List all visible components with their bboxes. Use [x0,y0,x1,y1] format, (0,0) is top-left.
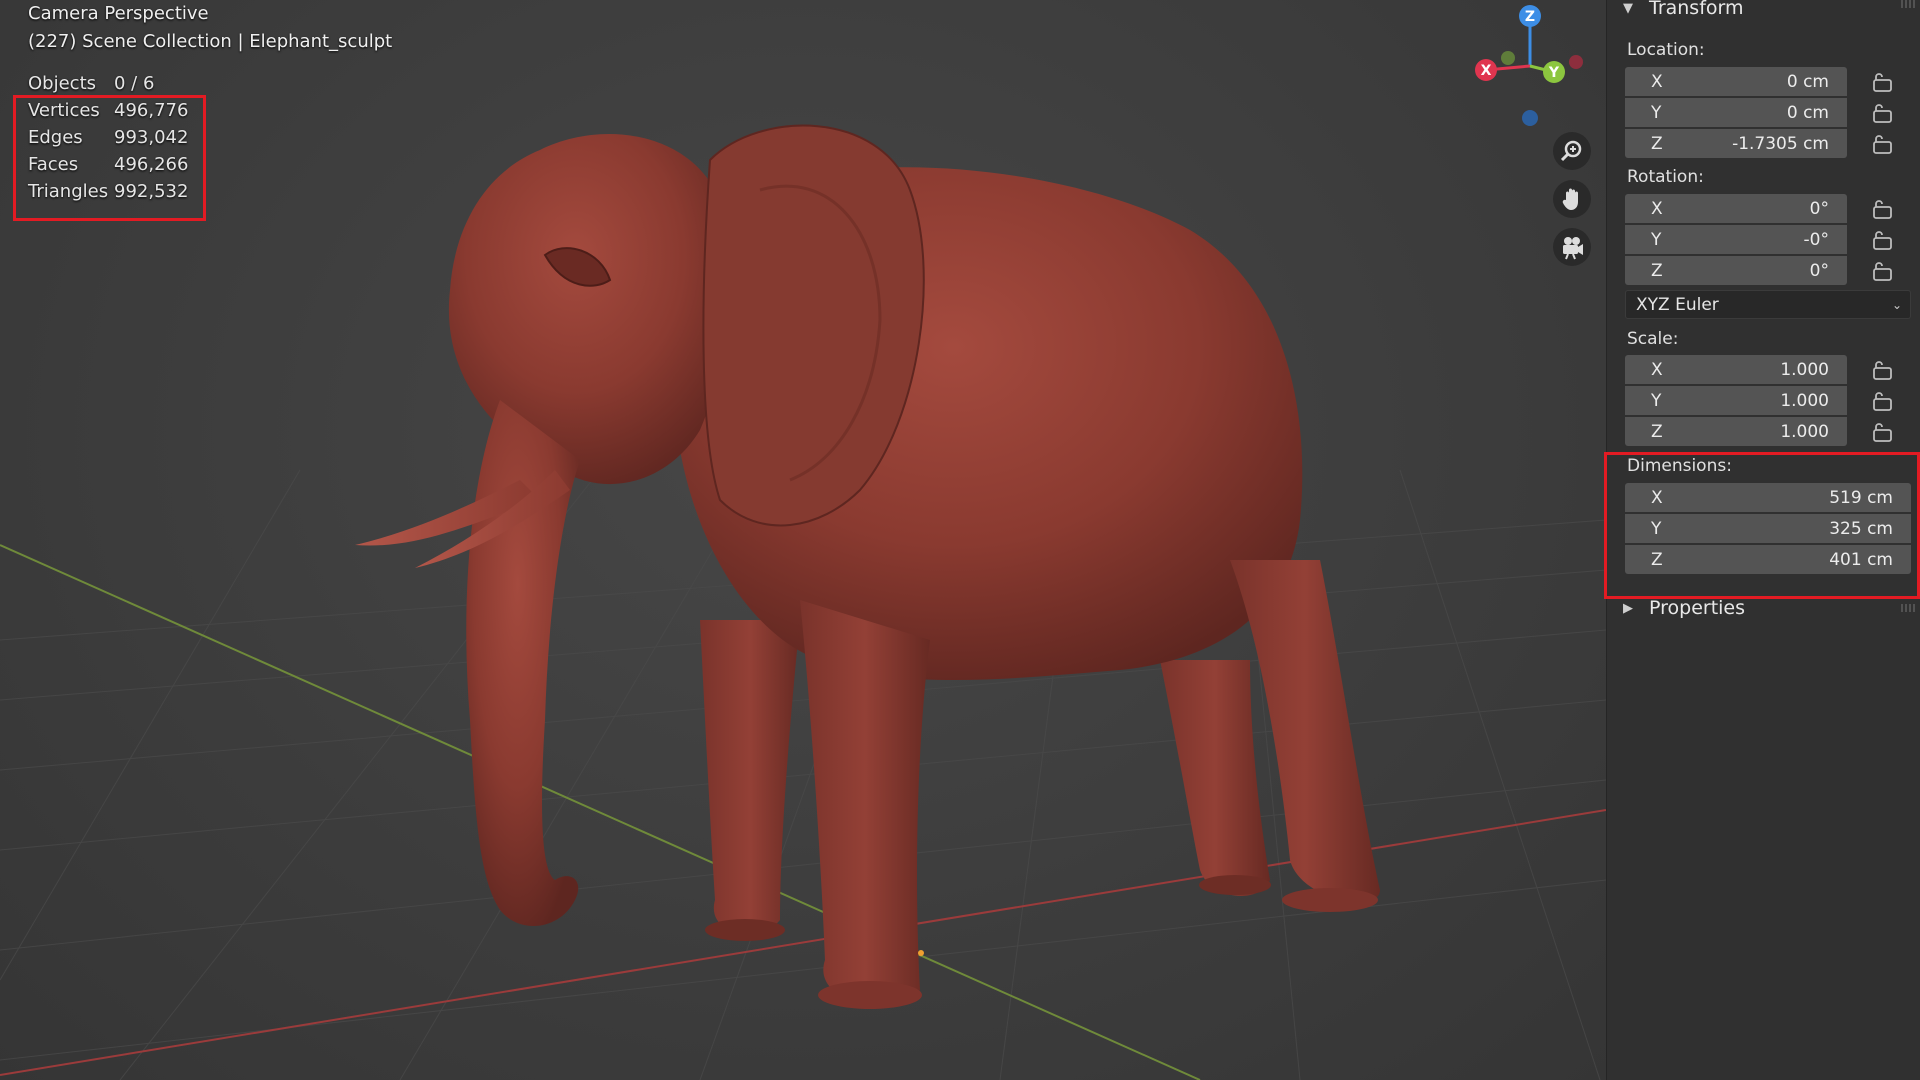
stat-row-triangles: Triangles 992,532 [28,181,188,208]
stat-label: Faces [28,154,79,175]
field-value: 401 cm [1829,549,1893,570]
field-value: -1.7305 cm [1732,133,1829,154]
axis-label: Y [1651,518,1662,539]
gizmo-z-label: Z [1525,9,1535,25]
stat-row-objects: Objects 0 / 6 [28,73,188,100]
axis-label: Y [1651,229,1662,250]
gizmo-neg-z[interactable] [1522,110,1538,126]
lock-icon[interactable] [1871,229,1895,251]
transform-panel-header[interactable]: ▼ Transform [1607,0,1920,20]
scale-z-field[interactable]: Z 1.000 [1625,417,1847,446]
field-value: -0° [1803,229,1829,250]
lock-icon[interactable] [1871,198,1895,220]
scale-label: Scale: [1627,329,1679,349]
field-value: 0 cm [1786,102,1829,123]
rotation-mode-value: XYZ Euler [1636,294,1719,315]
lock-icon[interactable] [1871,390,1895,412]
panel-grip-icon[interactable] [1901,0,1915,8]
rotation-z-field[interactable]: Z 0° [1625,256,1847,285]
lock-icon[interactable] [1871,102,1895,124]
scale-y-field[interactable]: Y 1.000 [1625,386,1847,415]
rotation-x-field[interactable]: X 0° [1625,194,1847,223]
properties-title: Properties [1649,597,1746,619]
location-z-field[interactable]: Z -1.7305 cm [1625,129,1847,158]
stat-row-edges: Edges 993,042 [28,127,188,154]
navigation-gizmo[interactable]: Z X Y [1468,0,1598,130]
lock-icon[interactable] [1871,133,1895,155]
scale-x-field[interactable]: X 1.000 [1625,355,1847,384]
lock-icon[interactable] [1871,71,1895,93]
properties-sidebar: ▼ Transform Location: X 0 cm Y 0 cm Z -1… [1606,0,1920,1080]
axis-label: Y [1651,102,1662,123]
camera-view-button[interactable] [1553,228,1591,266]
stat-value: 496,266 [114,154,189,175]
hand-pan-icon [1562,188,1578,210]
location-y-field[interactable]: Y 0 cm [1625,98,1847,127]
field-value: 519 cm [1829,487,1893,508]
panel-grip-icon[interactable] [1901,604,1915,612]
zoom-button[interactable] [1553,132,1591,170]
stat-value: 0 / 6 [114,73,155,94]
collection-name: (227) Scene Collection | Elephant_sculpt [28,31,393,52]
3d-viewport[interactable]: Camera Perspective (227) Scene Collectio… [0,0,1606,1080]
axis-label: Z [1651,133,1663,154]
axis-label: X [1651,71,1663,92]
gizmo-neg-x[interactable] [1569,55,1583,69]
camera-icon [1563,237,1583,260]
stat-label: Triangles [28,181,109,202]
lock-icon[interactable] [1871,421,1895,443]
stat-value: 993,042 [114,127,189,148]
stat-row-faces: Faces 496,266 [28,154,188,181]
elephant-model[interactable] [355,124,1380,1009]
axis-label: Z [1651,260,1663,281]
dimensions-x-field[interactable]: X 519 cm [1625,483,1911,512]
axis-label: Y [1651,390,1662,411]
stat-label: Edges [28,127,83,148]
axis-label: Z [1651,421,1663,442]
rotation-mode-dropdown[interactable]: XYZ Euler ⌄ [1625,290,1911,319]
chevron-down-icon: ⌄ [1891,297,1902,312]
origin-point [918,950,924,956]
view-name: Camera Perspective [28,3,209,24]
field-value: 1.000 [1780,359,1829,380]
lock-icon[interactable] [1871,359,1895,381]
collapsed-triangle-icon: ▶ [1623,600,1633,616]
field-value: 1.000 [1780,421,1829,442]
stat-value: 496,776 [114,100,189,121]
location-label: Location: [1627,40,1705,60]
dimensions-y-field[interactable]: Y 325 cm [1625,514,1911,543]
axis-label: Z [1651,549,1663,570]
axis-label: X [1651,487,1663,508]
zoom-icon [1560,140,1582,162]
rotation-y-field[interactable]: Y -0° [1625,225,1847,254]
dimensions-z-field[interactable]: Z 401 cm [1625,545,1911,574]
field-value: 325 cm [1829,518,1893,539]
rotation-label: Rotation: [1627,167,1704,187]
stat-value: 992,532 [114,181,189,202]
field-value: 0° [1809,260,1829,281]
stat-label: Vertices [28,100,100,121]
axis-label: X [1651,359,1663,380]
scene-canvas[interactable] [0,0,1606,1080]
scene-statistics: Objects 0 / 6 Vertices 496,776 Edges 993… [28,73,188,208]
field-value: 1.000 [1780,390,1829,411]
pan-button[interactable] [1553,180,1591,218]
lock-icon[interactable] [1871,260,1895,282]
field-value: 0 cm [1786,71,1829,92]
properties-panel-header[interactable]: ▶ Properties [1607,596,1920,620]
gizmo-y-label: Y [1548,65,1560,81]
expanded-triangle-icon: ▼ [1623,0,1633,16]
location-x-field[interactable]: X 0 cm [1625,67,1847,96]
dimensions-label: Dimensions: [1627,456,1732,476]
stat-row-vertices: Vertices 496,776 [28,100,188,127]
gizmo-x-label: X [1481,63,1492,79]
gizmo-neg-y[interactable] [1501,51,1515,65]
stat-label: Objects [28,73,97,94]
field-value: 0° [1809,198,1829,219]
axis-label: X [1651,198,1663,219]
transform-title: Transform [1649,0,1744,19]
